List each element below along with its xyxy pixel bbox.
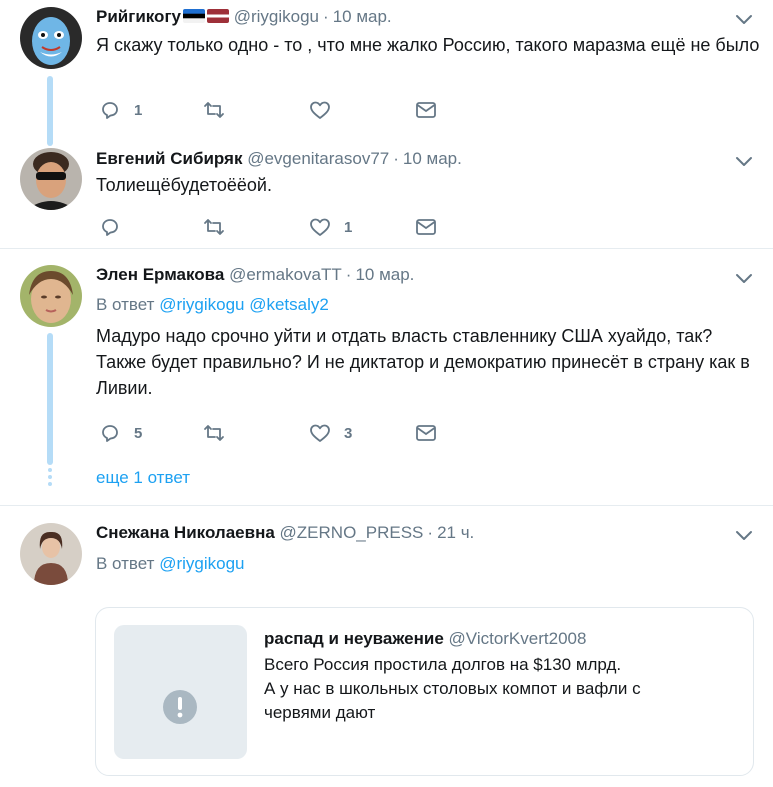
tweet-header: Снежана Николаевна @ZERNO_PRESS · 21 ч.	[96, 522, 474, 544]
latvia-flag-icon	[206, 9, 229, 23]
reply-button[interactable]	[98, 214, 134, 240]
unavailable-media-icon	[163, 690, 197, 724]
mention-link[interactable]: @ketsaly2	[249, 295, 329, 314]
timestamp[interactable]: 10 мар.	[333, 7, 392, 26]
heart-icon	[310, 101, 330, 119]
chevron-down-icon[interactable]	[733, 150, 755, 172]
thread-connector	[47, 333, 53, 465]
envelope-icon	[416, 219, 436, 235]
mention-link[interactable]: @riygikogu	[159, 554, 244, 573]
tweet-header: Евгений Сибиряк @evgenitarasov77 · 10 мар.	[96, 148, 462, 170]
separator-dot: ·	[393, 149, 399, 168]
reply-icon	[102, 102, 118, 119]
like-button[interactable]: 3	[308, 420, 352, 446]
author-name[interactable]: Евгений Сибиряк	[96, 149, 242, 168]
tweet-1[interactable]: Рийгикогу @riygikogu · 10 мар. Я скажу тол…	[0, 0, 773, 148]
reply-button[interactable]: 1	[98, 97, 142, 123]
direct-message-button[interactable]	[414, 420, 438, 446]
envelope-icon	[416, 425, 436, 441]
thread-connector-dots	[48, 468, 52, 489]
replying-prefix: В ответ	[96, 554, 155, 573]
quoted-tweet-header: распад и неуважение @VictorKvert2008	[264, 628, 586, 650]
like-button[interactable]	[308, 97, 344, 123]
estonia-flag-icon	[182, 9, 205, 23]
tweet-actions: 1	[96, 214, 496, 240]
reply-count: 5	[134, 424, 143, 442]
avatar[interactable]	[20, 7, 82, 69]
timestamp[interactable]: 21 ч.	[437, 523, 474, 542]
quoted-author-handle[interactable]: @VictorKvert2008	[449, 629, 587, 648]
quoted-tweet-card[interactable]: распад и неуважение @VictorKvert2008 Все…	[95, 607, 754, 776]
like-count: 1	[344, 218, 353, 236]
avatar[interactable]	[20, 523, 82, 585]
tweet-text: Я скажу только одно - то , что мне жалко…	[96, 35, 760, 55]
avatar[interactable]	[20, 148, 82, 210]
quoted-author-name[interactable]: распад и неуважение	[264, 629, 444, 648]
separator-dot: ·	[427, 523, 434, 542]
author-handle[interactable]: @ermakovaTT	[229, 265, 342, 284]
direct-message-button[interactable]	[414, 97, 438, 123]
quoted-text-line: Всего Россия простила долгов на $130 млр…	[264, 655, 622, 674]
author-name[interactable]: Элен Ермакова	[96, 265, 224, 284]
heart-icon	[310, 218, 330, 236]
chevron-down-icon[interactable]	[733, 8, 755, 30]
timestamp[interactable]: 10 мар.	[355, 265, 414, 284]
tweet-text: Мадуро надо срочно уйти и отдать власть …	[96, 326, 750, 398]
retweet-button[interactable]	[202, 214, 226, 240]
quoted-tweet-text: Всего Россия простила долгов на $130 млр…	[264, 653, 724, 725]
quoted-media-placeholder[interactable]	[114, 625, 247, 759]
author-name[interactable]: Снежана Николаевна	[96, 523, 275, 542]
thread-connector	[47, 76, 53, 146]
like-button[interactable]: 1	[308, 214, 352, 240]
tweet-actions: 5 3	[96, 420, 496, 446]
reply-icon	[102, 219, 118, 236]
chevron-down-icon[interactable]	[733, 267, 755, 289]
retweet-icon	[204, 219, 224, 235]
tweet-actions: 1	[96, 97, 496, 123]
quoted-text-line: червями дают	[264, 703, 376, 722]
tweet-header: Элен Ермакова @ermakovaTT · 10 мар.	[96, 264, 414, 286]
reply-icon	[102, 425, 118, 442]
tweet-text: Толиещёбудетоёёой.	[96, 175, 272, 195]
separator-dot: ·	[345, 265, 352, 284]
reply-button[interactable]: 5	[98, 420, 142, 446]
replying-to: В ответ @riygikogu	[96, 553, 244, 575]
avatar[interactable]	[20, 265, 82, 327]
direct-message-button[interactable]	[414, 214, 438, 240]
timestamp[interactable]: 10 мар.	[403, 149, 462, 168]
retweet-button[interactable]	[202, 97, 226, 123]
separator-dot: ·	[323, 7, 329, 26]
quoted-text-line: А у нас в школьных столовых компот и ваф…	[264, 679, 641, 698]
author-handle[interactable]: @evgenitarasov77	[247, 149, 389, 168]
envelope-icon	[416, 102, 436, 118]
tweet-2[interactable]: Евгений Сибиряк @evgenitarasov77 · 10 мар.…	[0, 148, 773, 248]
retweet-button[interactable]	[202, 420, 226, 446]
heart-icon	[310, 424, 330, 442]
retweet-icon	[204, 102, 224, 118]
tweet-3[interactable]: Элен Ермакова @ermakovaTT · 10 мар. В отве…	[0, 249, 773, 504]
replying-prefix: В ответ	[96, 295, 155, 314]
show-more-replies-link[interactable]: еще 1 ответ	[96, 468, 190, 488]
like-count: 3	[344, 424, 353, 442]
author-handle[interactable]: @riygikogu	[234, 7, 319, 26]
tweet-header: Рийгикогу @riygikogu · 10 мар.	[96, 6, 392, 28]
retweet-icon	[204, 425, 224, 441]
author-name[interactable]: Рийгикогу	[96, 7, 181, 26]
chevron-down-icon[interactable]	[733, 524, 755, 546]
author-handle[interactable]: @ZERNO_PRESS	[280, 523, 424, 542]
reply-count: 1	[134, 101, 143, 119]
mention-link[interactable]: @riygikogu	[159, 295, 244, 314]
replying-to: В ответ @riygikogu @ketsaly2	[96, 294, 329, 316]
